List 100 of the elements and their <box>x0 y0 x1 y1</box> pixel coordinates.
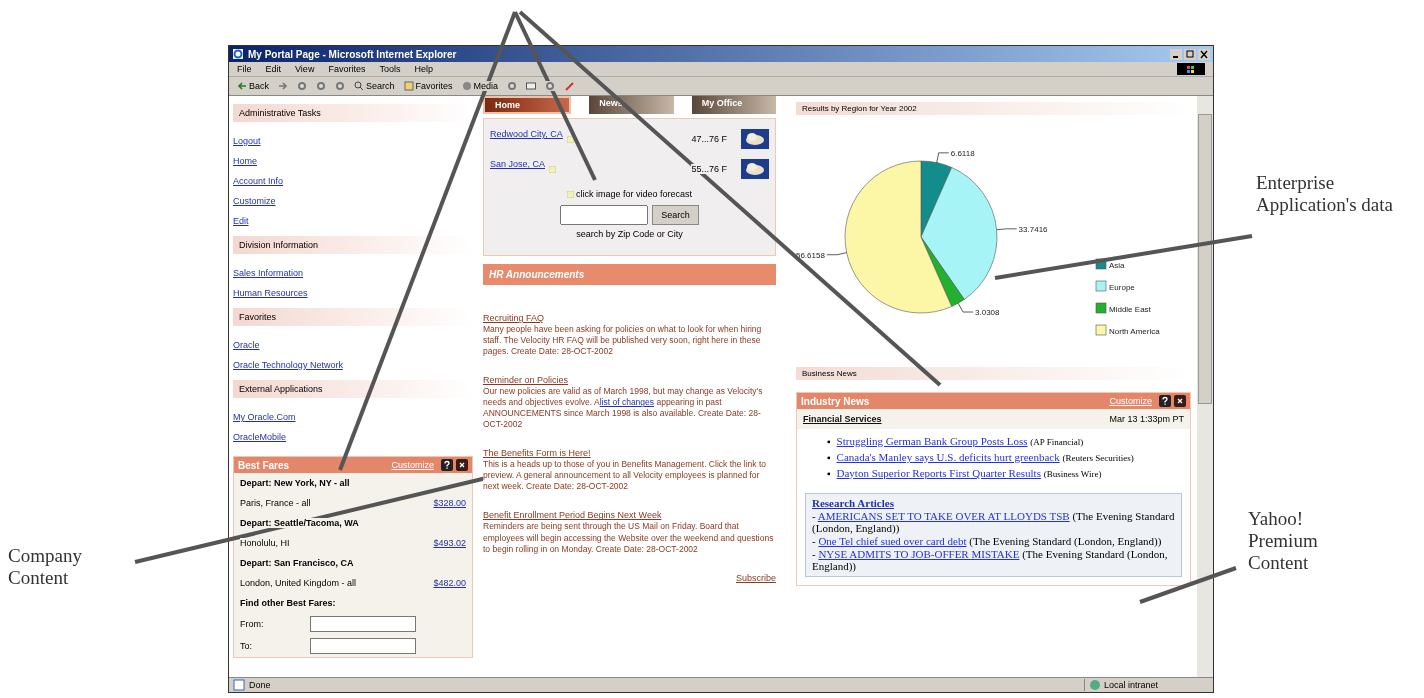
category-link[interactable]: Financial Services <box>803 414 882 424</box>
research-title-link[interactable]: Research Articles <box>812 497 894 509</box>
article-link[interactable]: One Tel chief sued over card debt <box>818 535 967 547</box>
temperature-label: 55...76 F <box>691 164 727 174</box>
weather-icon[interactable] <box>741 129 769 149</box>
zip-search-field[interactable] <box>560 205 649 225</box>
legend-swatch <box>1095 258 1107 270</box>
menu-item[interactable]: Favorites <box>328 64 366 74</box>
menu-item[interactable]: File <box>237 64 252 74</box>
nav-tab[interactable]: My Office <box>691 96 776 114</box>
menu-item[interactable]: Tools <box>379 64 401 74</box>
search-icon <box>354 81 364 91</box>
close-icon[interactable] <box>1174 395 1186 407</box>
toolbar-button[interactable]: Search <box>354 81 395 91</box>
toolbar-icon <box>507 81 518 91</box>
pencil-icon <box>564 81 575 91</box>
search-button[interactable]: Search <box>652 205 699 225</box>
news-item: Struggling German Bank Group Posts Loss (AP Financial) <box>836 435 1084 449</box>
menu-item[interactable]: View <box>295 64 315 74</box>
news-date: Mar 13 1:33pm PT <box>1109 414 1184 424</box>
sidebar-link[interactable]: Account Info <box>233 176 284 186</box>
leader-line <box>996 228 1017 231</box>
window-title: My Portal Page - Microsoft Internet Explorer <box>248 48 458 60</box>
price-link[interactable]: $328.00 <box>433 498 466 508</box>
headline-link[interactable]: Struggling German Bank Group Posts Loss <box>836 435 1028 447</box>
toolbar-button[interactable] <box>297 81 307 91</box>
changes-link[interactable]: list of changes <box>599 397 655 408</box>
video-icon <box>566 135 574 143</box>
leader-line <box>957 302 974 313</box>
callout-label: Yahoo! Premium Content <box>1248 508 1319 574</box>
toolbar-button[interactable] <box>545 81 556 91</box>
data-label: 6.6118 <box>950 148 975 158</box>
destination-label: London, United Kingdom - all <box>240 578 357 588</box>
toolbar-button[interactable] <box>526 81 537 91</box>
announcement-link[interactable]: Recruiting FAQ <box>483 313 545 323</box>
portlet-title: Best Fares <box>238 459 291 471</box>
sidebar-link[interactable]: Home <box>233 156 257 166</box>
toolbar-button[interactable] <box>507 81 518 91</box>
article-link[interactable]: NYSE ADMITS TO JOB-OFFER MISTAKE <box>818 548 1020 560</box>
browser-icon <box>232 48 244 60</box>
article-item: - AMERICANS SET TO TAKE OVER AT LLOYDS TSB (The Evening Standard (London, England)) <box>812 510 1175 534</box>
bullet: ▪ <box>827 467 831 480</box>
sidebar-link[interactable]: Oracle <box>233 340 260 350</box>
headline-link[interactable]: Canada's Manley says U.S. deficits hurt greenback <box>836 451 1060 463</box>
minimize-icon[interactable] <box>1170 48 1182 60</box>
article-link[interactable]: AMERICANS SET TO TAKE OVER AT LLOYDS TSB <box>817 510 1070 522</box>
price-link[interactable]: $482.00 <box>433 578 466 588</box>
status-text: Done <box>249 680 272 690</box>
sidebar-link[interactable]: OracleMobile <box>233 432 287 442</box>
destination-label: Honolulu, HI <box>240 538 290 548</box>
back-arrow-icon <box>237 81 247 91</box>
video-icon <box>566 190 574 198</box>
scrollbar[interactable] <box>1197 96 1213 677</box>
sidebar-link[interactable]: Customize <box>233 196 276 206</box>
toolbar-button[interactable]: Media <box>461 81 499 91</box>
close-icon[interactable] <box>456 459 468 471</box>
to-field[interactable] <box>310 638 416 654</box>
city-link[interactable]: San Jose, CA <box>490 159 546 169</box>
portlet-title: Industry News <box>801 395 871 407</box>
price-link[interactable]: $493.02 <box>433 538 466 548</box>
sidebar-link[interactable]: Logout <box>233 136 261 146</box>
nav-tab[interactable]: Home <box>483 96 572 114</box>
help-icon[interactable] <box>1159 395 1171 407</box>
announcement-link[interactable]: Benefit Enrollment Period Begins Next Week <box>483 510 662 521</box>
envelope-icon <box>526 81 537 91</box>
forecast-note: click image for video forecast <box>575 189 692 199</box>
temperature-label: 47...76 F <box>691 134 727 144</box>
help-icon[interactable] <box>441 459 453 471</box>
callout-label: Company Content <box>8 545 83 589</box>
toolbar-icon <box>545 81 556 91</box>
data-label: 33.7416 <box>1018 224 1048 234</box>
close-icon[interactable] <box>1198 48 1210 60</box>
subscribe-link[interactable]: Subscribe <box>735 572 776 583</box>
sidebar-link[interactable]: Sales Information <box>233 268 304 278</box>
article-item: - NYSE ADMITS TO JOB-OFFER MISTAKE (The Evening Standard (London, England)) <box>812 548 1169 572</box>
weather-icon[interactable] <box>741 159 769 179</box>
menu-item[interactable]: Edit <box>265 64 282 74</box>
toolbar-button[interactable] <box>564 81 575 91</box>
departure-label: Depart: San Francisco, CA <box>240 558 354 568</box>
sidebar-link[interactable]: Human Resources <box>233 288 308 298</box>
toolbar-button[interactable] <box>335 81 345 91</box>
sidebar-link[interactable]: Edit <box>233 216 249 226</box>
sidebar-link[interactable]: Oracle Technology Network <box>233 360 343 370</box>
toolbar-button[interactable]: Favorites <box>403 81 453 91</box>
menu-item[interactable]: Help <box>414 64 433 74</box>
legend-swatch <box>1095 280 1107 292</box>
announcement-link[interactable]: The Benefits Form is Here! <box>483 448 591 459</box>
headline-link[interactable]: Dayton Superior Reports First Quarter Results <box>836 467 1041 479</box>
find-fares-label: Find other Best Fares: <box>240 598 336 608</box>
from-field[interactable] <box>310 616 416 632</box>
announcement-link[interactable]: Reminder on Policies <box>483 375 569 386</box>
legend-swatch <box>1095 324 1107 336</box>
toolbar-button[interactable]: Back <box>237 81 269 91</box>
destination-label: Paris, France - all <box>240 498 311 508</box>
maximize-icon[interactable] <box>1184 48 1196 60</box>
toolbar-button[interactable] <box>316 81 326 91</box>
city-link[interactable]: Redwood City, CA <box>490 129 563 139</box>
announcement-text: Reminders are being sent through the US Mail on Friday. Board that employees will begin accessing the Website over the weekend and questions to begin rolling in on Monday. Create Date: 28-OCT-2002 <box>483 521 776 555</box>
sidebar-link[interactable]: My Oracle.Com <box>233 412 296 422</box>
departure-label: Depart: New York, NY - all <box>240 478 350 488</box>
